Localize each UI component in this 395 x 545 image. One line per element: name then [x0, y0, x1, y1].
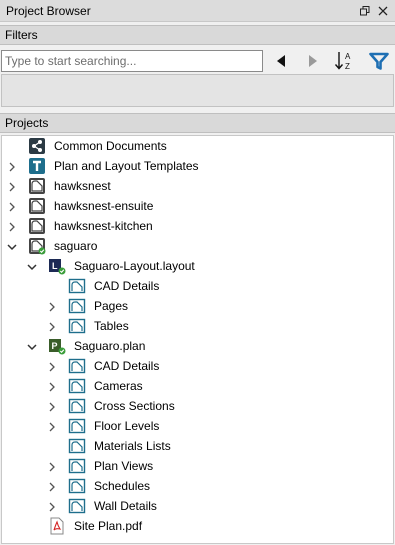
- tree-item-label: hawksnest-kitchen: [54, 219, 153, 233]
- tree-item[interactable]: CAD Details: [2, 356, 393, 376]
- folder-icon: [68, 377, 86, 395]
- projects-header: Projects: [0, 113, 395, 133]
- folder-icon: [68, 277, 86, 295]
- tree-item[interactable]: Pages: [2, 296, 393, 316]
- tree-item-label: Cross Sections: [94, 399, 175, 413]
- tree-item[interactable]: hawksnest: [2, 176, 393, 196]
- share-icon: [28, 137, 46, 155]
- chevron-right-icon[interactable]: [47, 401, 57, 412]
- tree-item-label: Cameras: [94, 379, 143, 393]
- float-panel-icon[interactable]: [359, 5, 371, 17]
- tree-item[interactable]: saguaro: [2, 236, 393, 256]
- svg-text:P: P: [52, 341, 58, 351]
- layout-file-icon: L: [48, 257, 66, 275]
- project-tree: Common Documents Plan and Layout Template…: [1, 135, 394, 544]
- folder-icon: [68, 437, 86, 455]
- close-icon[interactable]: [377, 5, 389, 17]
- tree-item-label: Saguaro-Layout.layout: [74, 259, 195, 273]
- tree-item-label: Pages: [94, 299, 129, 313]
- panel-title: Project Browser: [6, 3, 91, 18]
- folder-icon: [68, 477, 86, 495]
- tree-item-label: Tables: [94, 319, 129, 333]
- tree-item-label: Saguaro.plan: [74, 339, 146, 353]
- folder-icon: [68, 497, 86, 515]
- tree-item-label: Plan and Layout Templates: [54, 159, 199, 173]
- pdf-icon: [48, 517, 66, 535]
- tree-item[interactable]: L Saguaro-Layout.layout: [2, 256, 393, 276]
- chevron-right-icon[interactable]: [47, 381, 57, 392]
- tree-item[interactable]: P Saguaro.plan: [2, 336, 393, 356]
- filters-header-label: Filters: [5, 28, 38, 42]
- project-icon: [28, 217, 46, 235]
- chevron-right-icon[interactable]: [47, 501, 57, 512]
- tree-item-label: Wall Details: [94, 499, 157, 513]
- chevron-right-icon[interactable]: [7, 161, 17, 172]
- tree-item[interactable]: Plan and Layout Templates: [2, 156, 393, 176]
- folder-icon: [68, 457, 86, 475]
- projects-header-label: Projects: [5, 116, 49, 130]
- svg-text:Z: Z: [345, 62, 350, 71]
- tree-item-label: CAD Details: [94, 279, 160, 293]
- filter-results-area: [1, 74, 394, 107]
- tree-item-label: Site Plan.pdf: [74, 519, 143, 533]
- search-row: A Z: [0, 49, 395, 73]
- tree-item[interactable]: hawksnest-kitchen: [2, 216, 393, 236]
- search-input[interactable]: [1, 50, 263, 72]
- svg-text:L: L: [52, 261, 58, 271]
- plan-file-icon: P: [48, 337, 66, 355]
- tree-item-label: saguaro: [54, 239, 98, 253]
- tree-item[interactable]: CAD Details: [2, 276, 393, 296]
- chevron-right-icon[interactable]: [7, 201, 17, 212]
- tree-item-label: CAD Details: [94, 359, 160, 373]
- template-icon: [28, 157, 46, 175]
- tree-item[interactable]: Materials Lists: [2, 436, 393, 456]
- folder-icon: [68, 417, 86, 435]
- tree-item[interactable]: Schedules: [2, 476, 393, 496]
- chevron-right-icon[interactable]: [47, 361, 57, 372]
- tree-item-label: Materials Lists: [94, 439, 171, 453]
- folder-icon: [68, 297, 86, 315]
- folder-icon: [68, 357, 86, 375]
- tree-item-label: hawksnest-ensuite: [54, 199, 154, 213]
- tree-item-label: hawksnest: [54, 179, 111, 193]
- svg-text:A: A: [345, 52, 351, 61]
- tree-item[interactable]: Site Plan.pdf: [2, 516, 393, 536]
- chevron-right-icon[interactable]: [47, 421, 57, 432]
- tree-item[interactable]: Cross Sections: [2, 396, 393, 416]
- folder-icon: [68, 317, 86, 335]
- chevron-right-icon[interactable]: [7, 221, 17, 232]
- chevron-right-icon[interactable]: [47, 301, 57, 312]
- filter-funnel-icon[interactable]: [367, 50, 391, 72]
- panel-titlebar: Project Browser: [0, 0, 395, 22]
- chevron-down-icon[interactable]: [27, 261, 37, 271]
- project-open-icon: [28, 237, 46, 255]
- tree-item-label: Floor Levels: [94, 419, 160, 433]
- project-icon: [28, 177, 46, 195]
- tree-item[interactable]: Tables: [2, 316, 393, 336]
- tree-item-label: Plan Views: [94, 459, 154, 473]
- tree-item[interactable]: hawksnest-ensuite: [2, 196, 393, 216]
- folder-icon: [68, 397, 86, 415]
- chevron-down-icon[interactable]: [7, 241, 17, 251]
- tree-item[interactable]: Cameras: [2, 376, 393, 396]
- tree-item-label: Schedules: [94, 479, 151, 493]
- sort-az-icon[interactable]: A Z: [333, 50, 357, 72]
- project-icon: [28, 197, 46, 215]
- chevron-down-icon[interactable]: [27, 341, 37, 351]
- tree-item[interactable]: Floor Levels: [2, 416, 393, 436]
- chevron-right-icon[interactable]: [7, 181, 17, 192]
- filters-header: Filters: [0, 25, 395, 45]
- chevron-right-icon[interactable]: [47, 481, 57, 492]
- tree-item-label: Common Documents: [54, 139, 167, 153]
- forward-arrow-icon[interactable]: [301, 50, 325, 72]
- chevron-right-icon[interactable]: [47, 461, 57, 472]
- chevron-right-icon[interactable]: [47, 321, 57, 332]
- tree-item[interactable]: Wall Details: [2, 496, 393, 516]
- back-arrow-icon[interactable]: [269, 50, 293, 72]
- tree-item[interactable]: Common Documents: [2, 136, 393, 156]
- tree-item[interactable]: Plan Views: [2, 456, 393, 476]
